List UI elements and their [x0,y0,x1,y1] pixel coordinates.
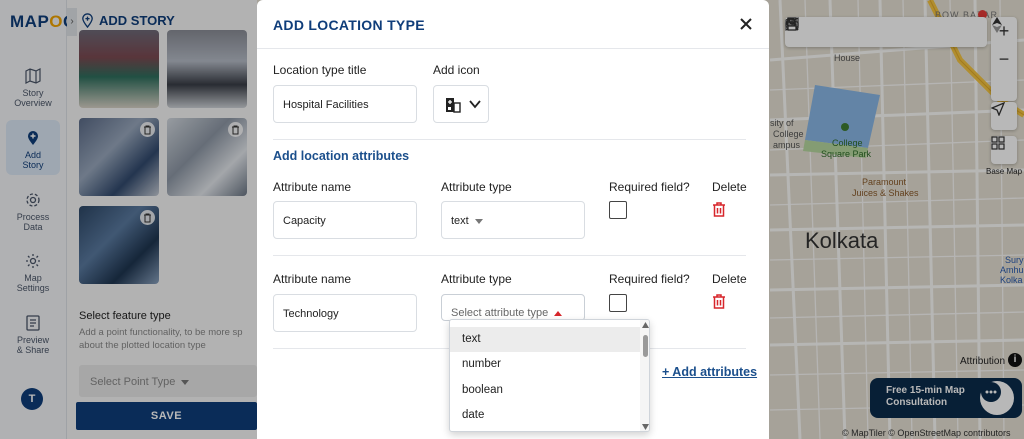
trash-icon[interactable] [712,294,726,309]
attribute-type-select[interactable]: text [441,201,585,239]
attribute-name-input[interactable]: Technology [273,294,417,332]
scroll-down-arrow-icon[interactable] [642,424,649,430]
hospital-building-icon [446,98,461,113]
caret-up-icon [554,310,563,316]
dropdown-scrollbar[interactable] [640,320,649,431]
modal-title: ADD LOCATION TYPE [273,17,425,33]
attribute-name-value: Capacity [283,215,326,227]
add-icon-label: Add icon [433,63,480,77]
location-type-title-input[interactable]: Hospital Facilities [273,85,417,123]
row-divider [273,255,746,256]
attribute-name-label: Attribute name [273,180,352,194]
dropdown-option[interactable]: date [450,403,640,428]
add-attributes-link[interactable]: + Add attributes [662,365,757,379]
dropdown-option[interactable]: number [450,352,640,377]
attribute-name-value: Technology [283,308,339,320]
dropdown-option[interactable]: text [450,327,640,352]
scrollbar-thumb[interactable] [643,335,648,357]
modal-header: ADD LOCATION TYPE [257,0,769,49]
attribute-type-select-row: text [451,215,483,227]
location-type-title-value: Hospital Facilities [283,99,369,111]
location-type-title-label: Location type title [273,63,367,77]
attribute-type-select-row: Select attribute type [451,307,563,319]
required-checkbox[interactable] [609,201,627,219]
scroll-up-arrow-icon[interactable] [642,322,649,328]
dropdown-option[interactable]: boolean [450,378,640,403]
delete-label: Delete [712,180,747,194]
attribute-type-dropdown: text number boolean date [449,319,650,432]
icon-picker[interactable] [433,85,489,123]
section-divider [273,139,746,140]
chevron-down-icon [469,100,481,109]
required-field-label: Required field? [609,272,690,286]
attribute-name-input[interactable]: Capacity [273,201,417,239]
required-field-label: Required field? [609,180,690,194]
attribute-type-placeholder: Select attribute type [451,307,549,319]
attribute-type-value: text [451,215,469,227]
attribute-type-label: Attribute type [441,180,512,194]
attribute-type-label: Attribute type [441,272,512,286]
close-icon[interactable] [738,16,754,32]
attribute-name-label: Attribute name [273,272,352,286]
attribute-type-select[interactable]: Select attribute type [441,294,585,321]
attributes-section-title: Add location attributes [273,149,410,163]
caret-down-icon [474,218,483,224]
trash-icon[interactable] [712,202,726,217]
required-checkbox[interactable] [609,294,627,312]
delete-label: Delete [712,272,747,286]
